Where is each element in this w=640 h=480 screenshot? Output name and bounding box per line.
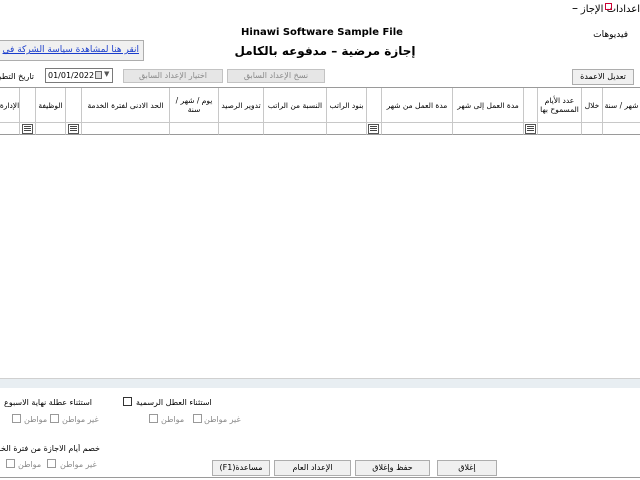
list-lookup-icon[interactable]: [22, 124, 33, 134]
copy-previous-setting-button[interactable]: نسخ الإعداد السابق: [227, 69, 325, 83]
bottom-border: [0, 477, 640, 478]
save-and-close-button[interactable]: حفظ وإغلاق: [355, 460, 430, 476]
column-header-min-service[interactable]: الحد الادنى لفترة الخدمة: [82, 88, 170, 123]
cell-period-unit[interactable]: [170, 123, 219, 135]
holidays-non-citizen-checkbox[interactable]: [193, 414, 202, 423]
horizontal-scrollbar[interactable]: [0, 378, 640, 388]
choose-previous-setting-button[interactable]: اختيار الإعداد السابق: [123, 69, 223, 83]
column-header-gap-4: [524, 88, 538, 123]
videos-link[interactable]: فيديوهات: [593, 30, 628, 40]
column-header-balance-rollover[interactable]: تدوير الرصيد: [219, 88, 264, 123]
holidays-non-citizen-label: غير مواطن: [204, 415, 241, 424]
cell-month-year[interactable]: [603, 123, 640, 135]
column-header-department[interactable]: الإدارة: [0, 88, 20, 123]
column-header-gap-1: [20, 88, 36, 123]
deduct-non-citizen-checkbox[interactable]: [47, 459, 56, 468]
minimize-button[interactable]: –: [572, 1, 578, 15]
column-header-job[interactable]: الوظيفة: [36, 88, 66, 123]
column-header-period-unit[interactable]: يوم / شهر / سنة: [170, 88, 219, 123]
weekend-citizen-label: مواطن: [24, 415, 48, 424]
deduct-non-citizen-label: غير مواطن: [60, 460, 97, 469]
cell-work-to-month[interactable]: [453, 123, 524, 135]
holidays-citizen-checkbox[interactable]: [149, 414, 158, 423]
weekend-non-citizen-checkbox[interactable]: [50, 414, 59, 423]
help-button[interactable]: (F1)مساعدة: [212, 460, 270, 476]
column-header-gap-2: [66, 88, 82, 123]
sample-file-title: Hinawi Software Sample File: [241, 27, 403, 38]
cell-balance-rollover[interactable]: [219, 123, 264, 135]
holidays-citizen-label: مواطن: [161, 415, 185, 424]
exclude-weekend-label: استثناء عطلة نهاية الاسبوع: [4, 398, 92, 407]
weekend-non-citizen-label: غير مواطن: [62, 415, 99, 424]
title-bar: اعدادات الإجازات –: [0, 0, 640, 22]
list-lookup-icon[interactable]: [525, 124, 536, 134]
cell-min-service[interactable]: [82, 123, 170, 135]
column-header-salary-percent[interactable]: النسبة من الراتب: [264, 88, 327, 123]
maximize-button[interactable]: [605, 3, 612, 10]
application-date-picker[interactable]: 01/01/2022 ▼: [45, 68, 113, 83]
list-lookup-icon[interactable]: [68, 124, 79, 134]
cell-allowed-days[interactable]: [538, 123, 582, 135]
exclude-holidays-label: استثناء العطل الرسمية: [136, 398, 212, 407]
column-header-work-from-month[interactable]: مدة العمل من شهر: [382, 88, 453, 123]
edit-columns-button[interactable]: تعديل الاعمدة: [572, 69, 634, 85]
cell-work-from-month[interactable]: [382, 123, 453, 135]
cell-salary-items[interactable]: [327, 123, 367, 135]
exclude-holidays-checkbox[interactable]: [123, 397, 132, 406]
list-lookup-icon[interactable]: [368, 124, 379, 134]
column-header-salary-items[interactable]: بنود الراتب: [327, 88, 367, 123]
general-settings-button[interactable]: الإعداد العام: [274, 460, 351, 476]
cell-department[interactable]: [0, 123, 20, 135]
application-date-label: تاريخ التطبيق: [0, 72, 34, 81]
calendar-icon[interactable]: [95, 71, 102, 79]
chevron-down-icon[interactable]: ▼: [104, 70, 109, 78]
deduct-citizen-label: مواطن: [18, 460, 42, 469]
column-header-allowed-days[interactable]: عدد الأيام المسموح بها: [538, 88, 582, 123]
cell-salary-percent[interactable]: [264, 123, 327, 135]
leave-settings-window: اعدادات الإجازات – فيديوهات Hinawi Softw…: [0, 0, 640, 480]
column-header-gap-3: [367, 88, 382, 123]
column-header-within[interactable]: خلال: [582, 88, 603, 123]
column-header-month-year[interactable]: شهر / سنة: [603, 88, 640, 123]
page-title: إجازة مرضية – مدفوعه بالكامل: [234, 44, 416, 58]
cell-within[interactable]: [582, 123, 603, 135]
application-date-value: 01/01/2022: [48, 71, 95, 80]
company-policy-link[interactable]: انقر هنا لمشاهدة سياسة الشركة في: [0, 40, 144, 61]
column-header-work-to-month[interactable]: مدة العمل إلى شهر: [453, 88, 524, 123]
close-button[interactable]: إغلاق: [437, 460, 497, 476]
cell-job[interactable]: [36, 123, 66, 135]
deduct-citizen-checkbox[interactable]: [6, 459, 15, 468]
deduct-leave-days-label: خصم أيام الاجازة من فترة الخدمة: [0, 444, 100, 453]
weekend-citizen-checkbox[interactable]: [12, 414, 21, 423]
